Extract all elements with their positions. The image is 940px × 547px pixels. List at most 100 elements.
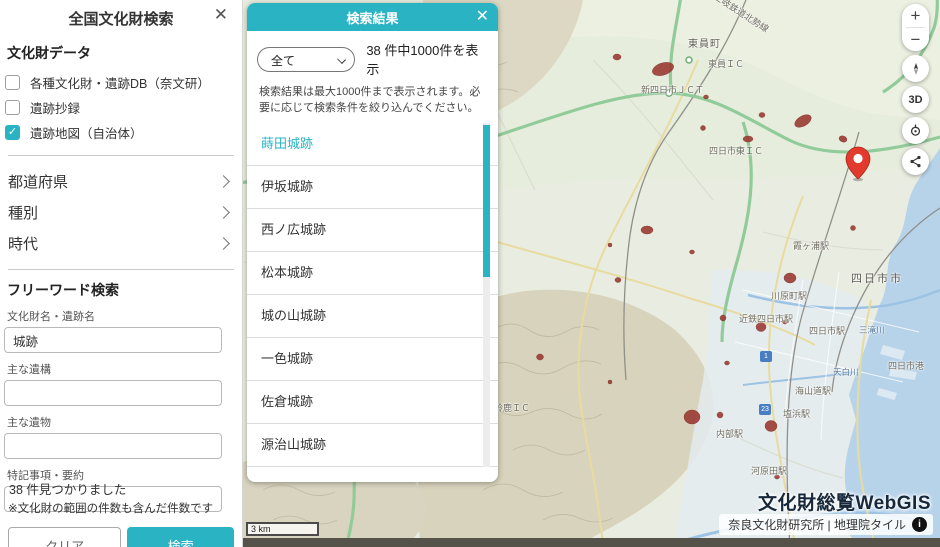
expander-row-種別[interactable]: 種別: [0, 197, 242, 228]
search-sidebar: 全国文化財検索 ✕ 文化財データ 各種文化財・遺跡DB（奈文研） 遺跡抄録 ✓ 遺跡地…: [0, 0, 243, 547]
checkbox-group: 各種文化財・遺跡DB（奈文研） 遺跡抄録 ✓ 遺跡地図（自治体）: [0, 70, 242, 145]
result-item[interactable]: 西ノ広城跡: [247, 209, 498, 252]
attribution-text: 奈良文化財研究所 | 地理院タイル: [728, 516, 906, 533]
compass-icon: [908, 61, 924, 77]
results-panel: 検索結果 ✕ 全て 38 件中1000件を表示 検索結果は最大1000件まで表示…: [247, 3, 498, 482]
site-polygon[interactable]: [784, 273, 796, 283]
sidebar-footer: 38 件見つかりました ※文化財の範囲の件数も含んだ件数です クリア 検索: [0, 479, 242, 547]
site-polygon[interactable]: [608, 243, 612, 247]
map-controls: + − 3D: [902, 4, 929, 175]
checkbox[interactable]: ✓: [5, 125, 20, 140]
bottom-strip: [243, 538, 940, 547]
checkbox[interactable]: [5, 100, 20, 115]
chevron-right-icon: [217, 206, 230, 219]
text-field[interactable]: [4, 327, 222, 353]
locate-icon: [907, 122, 924, 139]
share-icon: [908, 154, 923, 169]
zoom-in-button[interactable]: +: [902, 4, 929, 27]
site-polygon[interactable]: [684, 410, 700, 424]
found-count: 38 件見つかりました: [9, 479, 234, 498]
site-polygon[interactable]: [759, 113, 765, 118]
results-count: 38 件中1000件を表示: [366, 40, 488, 78]
expander-row-都道府県[interactable]: 都道府県: [0, 166, 242, 197]
locate-button[interactable]: [902, 117, 929, 144]
zoom-out-button[interactable]: −: [902, 28, 929, 51]
results-footer: [247, 467, 498, 482]
app-brand: 文化財総覧WebGIS: [758, 488, 931, 515]
share-button[interactable]: [902, 148, 929, 175]
result-item[interactable]: 松本城跡: [247, 252, 498, 295]
site-polygon[interactable]: [704, 95, 709, 99]
expander-label: 種別: [8, 202, 38, 223]
result-item[interactable]: 蒔田城跡: [247, 123, 498, 166]
divider: [8, 269, 234, 270]
expander-group: 都道府県種別時代: [0, 166, 242, 259]
expander-row-時代[interactable]: 時代: [0, 228, 242, 259]
site-polygon[interactable]: [717, 412, 723, 418]
checkbox[interactable]: [5, 75, 20, 90]
site-polygon[interactable]: [725, 361, 730, 365]
search-button[interactable]: 検索: [127, 527, 234, 547]
site-polygon[interactable]: [743, 136, 753, 142]
scale-bar: 3 km: [246, 522, 319, 536]
site-polygon[interactable]: [756, 323, 766, 332]
field-label: 主な遺物: [7, 414, 242, 430]
sidebar-header: 全国文化財検索 ✕: [0, 0, 242, 35]
checkbox-label: 各種文化財・遺跡DB（奈文研）: [30, 73, 210, 92]
results-close-button[interactable]: ✕: [476, 6, 489, 26]
chevron-right-icon: [217, 237, 230, 250]
result-item[interactable]: 一色城跡: [247, 338, 498, 381]
site-polygon[interactable]: [783, 320, 788, 324]
chevron-down-icon: [337, 55, 346, 64]
3d-button[interactable]: 3D: [902, 86, 929, 113]
freeword-section-title: フリーワード検索: [7, 280, 232, 300]
result-item[interactable]: 佐倉城跡: [247, 381, 498, 424]
result-item[interactable]: 城の山城跡: [247, 295, 498, 338]
map-marker[interactable]: [845, 146, 871, 182]
site-polygon[interactable]: [537, 354, 544, 360]
results-list[interactable]: 蒔田城跡伊坂城跡西ノ広城跡松本城跡城の山城跡一色城跡佐倉城跡源治山城跡: [247, 123, 498, 467]
site-polygon[interactable]: [720, 315, 726, 321]
scrollbar-thumb[interactable]: [483, 125, 490, 277]
result-item[interactable]: 源治山城跡: [247, 424, 498, 467]
site-polygon[interactable]: [701, 126, 706, 131]
checkbox-row[interactable]: 遺跡抄録: [0, 95, 242, 120]
checkbox-row[interactable]: 各種文化財・遺跡DB（奈文研）: [0, 70, 242, 95]
data-section-title: 文化財データ: [7, 43, 232, 63]
info-icon[interactable]: i: [912, 517, 927, 532]
result-item[interactable]: 伊坂城跡: [247, 166, 498, 209]
text-field[interactable]: [4, 380, 222, 406]
chevron-right-icon: [217, 175, 230, 188]
divider: [8, 155, 234, 156]
checkbox-row[interactable]: ✓ 遺跡地図（自治体）: [0, 120, 242, 145]
site-polygon[interactable]: [690, 250, 695, 254]
checkbox-label: 遺跡抄録: [30, 98, 80, 117]
results-controls: 全て 38 件中1000件を表示: [247, 31, 498, 78]
found-note: ※文化財の範囲の件数も含んだ件数です: [8, 500, 234, 516]
app: 三岐鉄道北勢線東員町東員ＩＣ新四日市ＪＣＴ四日市東ＩＣ霞ヶ浦駅四日市市川原町駅近…: [0, 0, 940, 547]
site-polygon[interactable]: [775, 475, 780, 479]
expander-label: 都道府県: [8, 171, 68, 192]
field-label: 文化財名・遺跡名: [7, 308, 242, 324]
map-attribution: 奈良文化財研究所 | 地理院タイル i: [719, 514, 933, 535]
site-polygon[interactable]: [608, 380, 612, 384]
clear-button[interactable]: クリア: [8, 527, 121, 547]
results-title: 検索結果: [346, 8, 398, 27]
site-polygon[interactable]: [765, 421, 777, 432]
site-polygon[interactable]: [851, 226, 856, 231]
checkbox-label: 遺跡地図（自治体）: [30, 123, 143, 142]
field-label: 主な遺構: [7, 361, 242, 377]
sidebar-title: 全国文化財検索: [68, 11, 173, 28]
site-polygon[interactable]: [615, 278, 621, 283]
expander-label: 時代: [8, 233, 38, 254]
result-filter-select[interactable]: 全て: [257, 47, 355, 72]
sidebar-close-button[interactable]: ✕: [214, 5, 228, 25]
text-field[interactable]: [4, 433, 222, 459]
site-polygon[interactable]: [613, 54, 621, 60]
results-note: 検索結果は最大1000件まで表示されます。必要に応じて検索条件を絞り込んでくださ…: [247, 78, 498, 123]
site-polygon[interactable]: [641, 226, 653, 234]
scrollbar-track[interactable]: [483, 123, 490, 467]
results-header: 検索結果 ✕: [247, 3, 498, 31]
compass-button[interactable]: [902, 55, 929, 82]
result-filter-value: 全て: [271, 54, 295, 68]
